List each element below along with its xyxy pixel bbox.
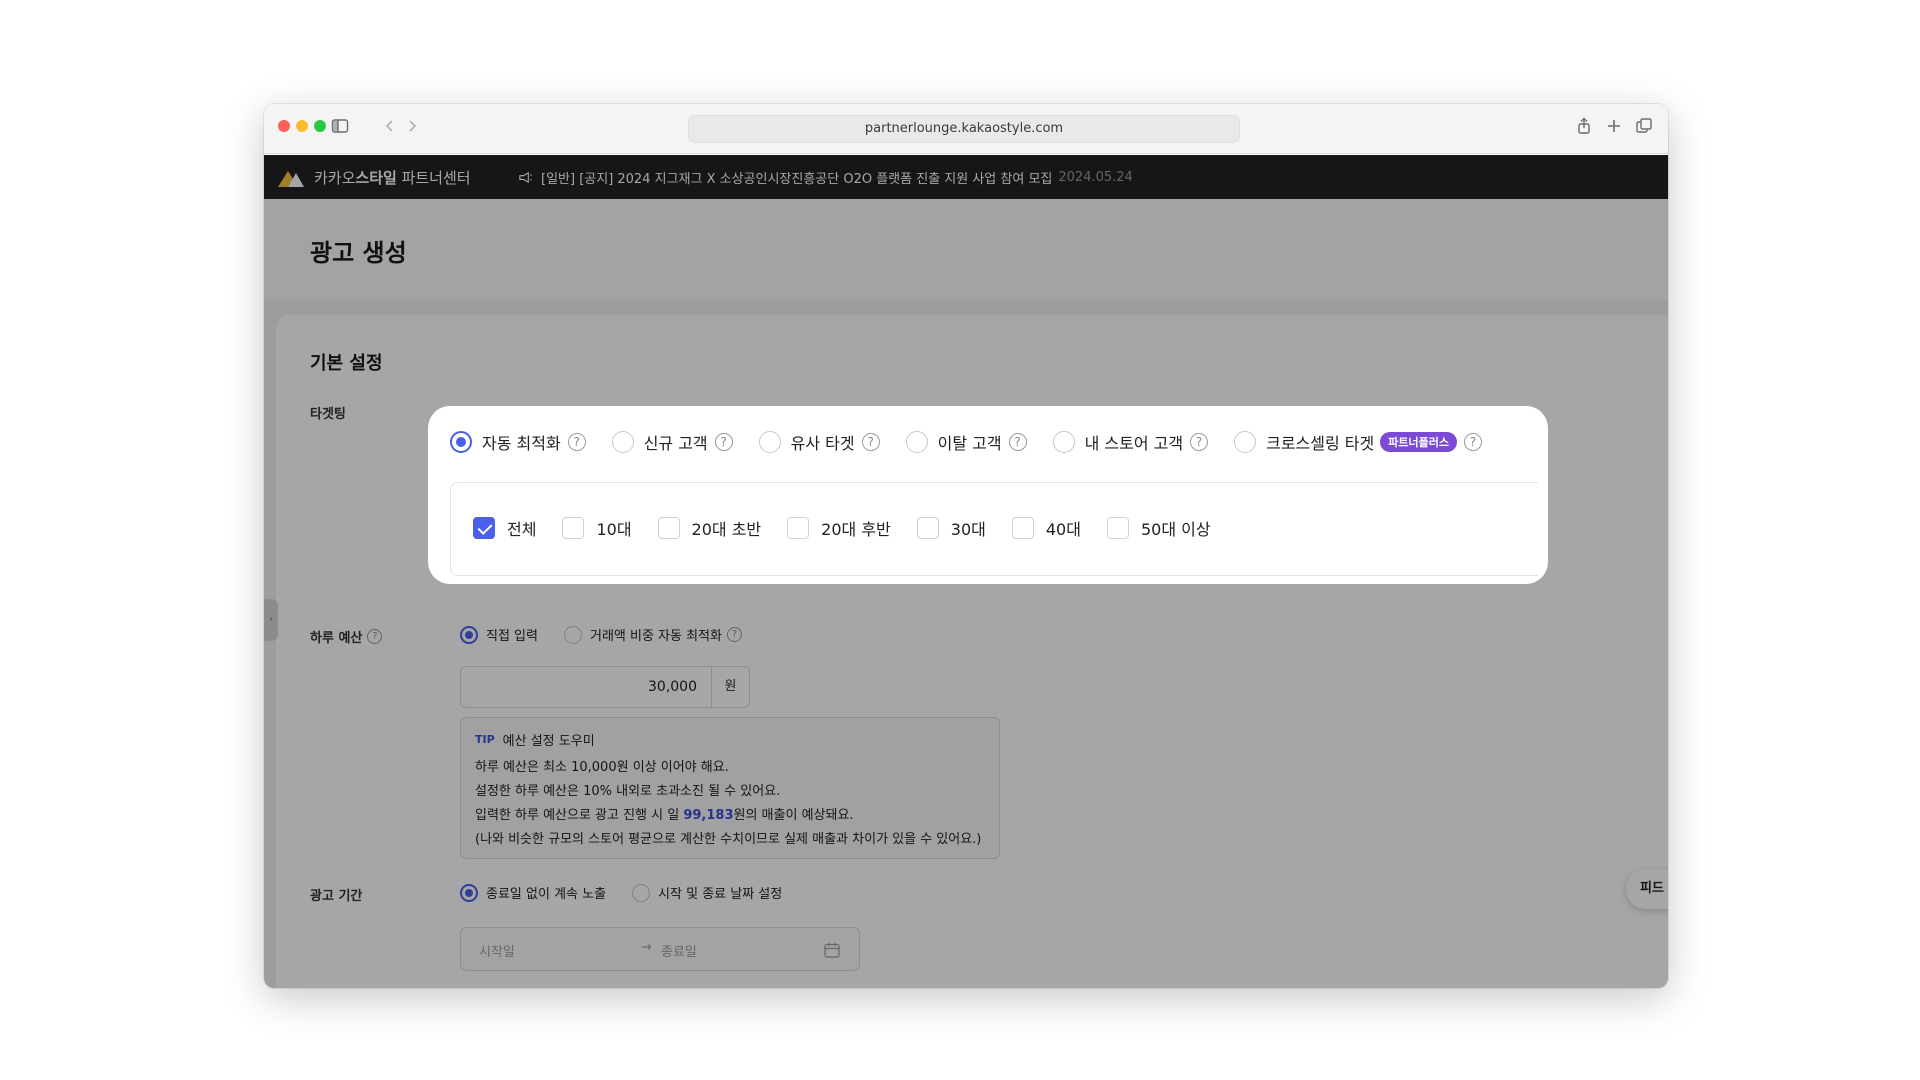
help-icon[interactable]: ? (861, 433, 880, 451)
new-tab-icon[interactable] (1604, 116, 1624, 136)
age-option-label: 전체 (507, 520, 537, 539)
age-option-early-20s[interactable]: 20대 초반 (657, 516, 762, 540)
minimize-window-button[interactable] (296, 120, 308, 132)
age-option-50s-plus[interactable]: 50대 이상 (1106, 516, 1211, 540)
sidebar-toggle-icon[interactable] (330, 116, 350, 136)
radio-selected[interactable] (450, 431, 472, 453)
address-bar[interactable]: partnerlounge.kakaostyle.com (688, 115, 1240, 143)
age-option-label: 50대 이상 (1140, 520, 1211, 539)
target-option-label: 자동 최적화 (482, 434, 561, 453)
target-option-label: 신규 고객 (643, 434, 708, 453)
age-option-late-20s[interactable]: 20대 후반 (787, 516, 891, 540)
age-option-label: 20대 후반 (821, 520, 891, 539)
checkbox-unchecked[interactable] (787, 517, 810, 539)
browser-toolbar: partnerlounge.kakaostyle.com (264, 104, 1668, 154)
checkbox-unchecked[interactable] (1106, 517, 1129, 539)
age-option-label: 40대 (1045, 520, 1081, 539)
partner-plus-badge: 파트너플러스 (1380, 432, 1457, 452)
radio-unselected[interactable] (1234, 431, 1257, 453)
targeting-popup: 자동 최적화? 신규 고객? 유사 타겟? 이탈 고객? 내 스토어 고객? 크… (428, 406, 1548, 584)
tab-overview-icon[interactable] (1634, 116, 1654, 136)
close-window-button[interactable] (278, 120, 290, 132)
share-icon[interactable] (1574, 116, 1594, 136)
forward-icon[interactable] (402, 116, 422, 136)
target-option-label: 내 스토어 고객 (1084, 434, 1184, 453)
back-icon[interactable] (380, 116, 400, 136)
target-option-label: 크로스셀링 타겟 (1266, 434, 1375, 453)
help-icon[interactable]: ? (1008, 433, 1027, 451)
age-option-40s[interactable]: 40대 (1011, 516, 1081, 540)
target-option-new[interactable]: 신규 고객? (611, 430, 733, 454)
target-option-cross-selling[interactable]: 크로스셀링 타겟 파트너플러스? (1234, 430, 1482, 454)
maximize-window-button[interactable] (314, 120, 326, 132)
help-icon[interactable]: ? (1190, 433, 1209, 451)
age-group-box: 전체 10대 20대 초반 20대 후반 30대 40대 50대 이상 (450, 482, 1538, 576)
age-option-10s[interactable]: 10대 (562, 516, 632, 540)
age-option-label: 20대 초반 (691, 520, 762, 539)
age-option-label: 30대 (950, 520, 986, 539)
checkbox-unchecked[interactable] (916, 517, 939, 539)
radio-unselected[interactable] (758, 431, 781, 453)
target-option-label: 이탈 고객 (937, 434, 1002, 453)
checkbox-unchecked[interactable] (1011, 517, 1034, 539)
radio-unselected[interactable] (611, 431, 634, 453)
age-group-options: 전체 10대 20대 초반 20대 후반 30대 40대 50대 이상 (473, 516, 1237, 540)
checkbox-unchecked[interactable] (562, 517, 585, 539)
target-option-label: 유사 타겟 (790, 434, 855, 453)
help-icon[interactable]: ? (1463, 433, 1482, 451)
checkbox-unchecked[interactable] (657, 517, 680, 539)
target-option-churned[interactable]: 이탈 고객? (905, 430, 1027, 454)
age-option-label: 10대 (596, 520, 632, 539)
checkbox-checked[interactable] (473, 517, 495, 539)
target-option-lookalike[interactable]: 유사 타겟? (758, 430, 880, 454)
targeting-type-options: 자동 최적화? 신규 고객? 유사 타겟? 이탈 고객? 내 스토어 고객? 크… (450, 430, 1508, 454)
radio-unselected[interactable] (1052, 431, 1075, 453)
help-icon[interactable]: ? (714, 433, 733, 451)
radio-unselected[interactable] (905, 431, 928, 453)
age-option-30s[interactable]: 30대 (916, 516, 986, 540)
age-option-all[interactable]: 전체 (473, 516, 536, 540)
help-icon[interactable]: ? (567, 433, 586, 451)
target-option-store-customers[interactable]: 내 스토어 고객? (1052, 430, 1209, 454)
target-option-auto[interactable]: 자동 최적화? (450, 430, 586, 454)
